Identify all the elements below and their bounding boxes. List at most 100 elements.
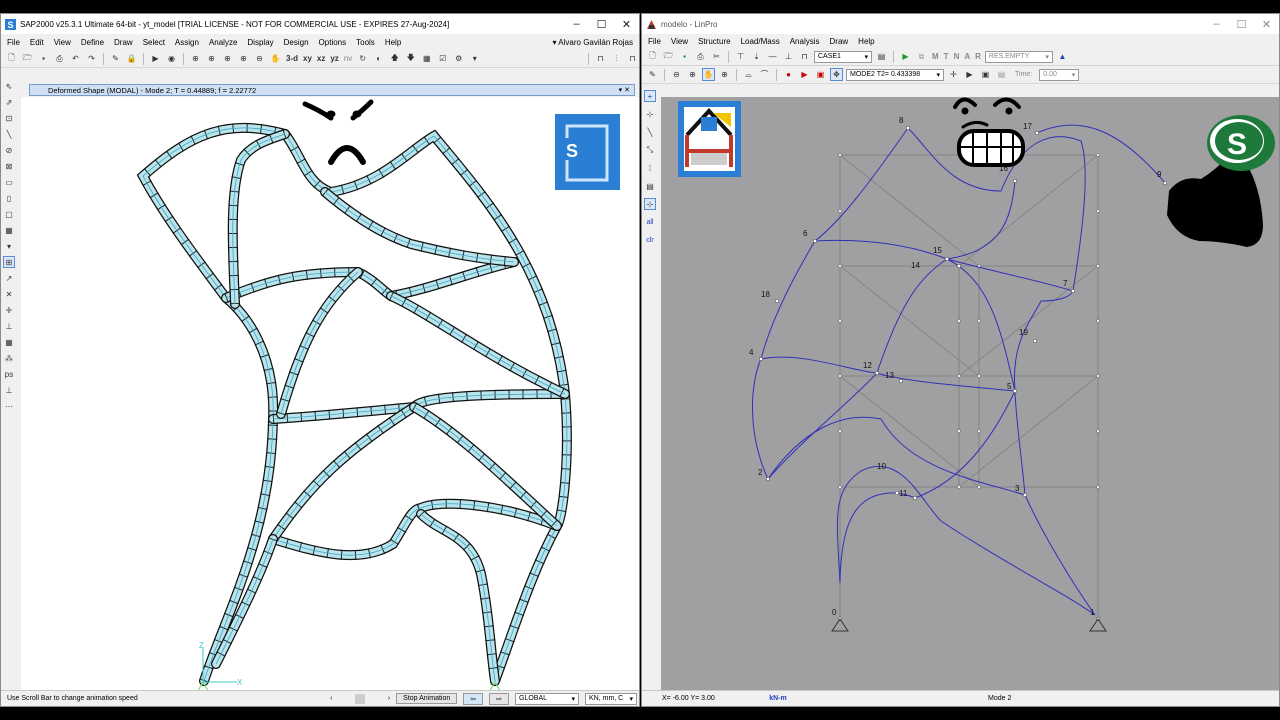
run-icon[interactable]: ▶ <box>899 50 912 63</box>
cross-icon[interactable]: ⊠ <box>3 160 15 172</box>
copy-icon[interactable]: ⧉ <box>915 50 928 63</box>
node-marker[interactable] <box>1162 180 1168 186</box>
menu-options[interactable]: Options <box>319 38 347 47</box>
move-down-icon[interactable]: 🡇 <box>404 52 417 65</box>
pan-icon[interactable]: ✋ <box>702 68 715 81</box>
frame-icon[interactable]: ⊘ <box>3 144 15 156</box>
select-prev-icon[interactable]: ↗ <box>3 272 15 284</box>
node-marker[interactable] <box>898 378 904 384</box>
table-icon[interactable]: ▤ <box>995 68 1008 81</box>
node-marker[interactable] <box>774 298 780 304</box>
speed-scrollbar[interactable]: ‹ › <box>330 693 390 704</box>
save-icon[interactable]: ▪ <box>678 50 691 63</box>
menu-draw[interactable]: Draw <box>114 38 133 47</box>
pencil-icon[interactable]: ✎ <box>109 52 122 65</box>
zoom-in-icon[interactable]: ⊕ <box>686 68 699 81</box>
member-end-icon[interactable]: ⤡ <box>644 144 656 156</box>
menu-define[interactable]: Define <box>81 38 104 47</box>
node-marker[interactable] <box>812 238 818 244</box>
target-icon[interactable]: ✛ <box>947 68 960 81</box>
frame-draw-icon[interactable]: ⊓ <box>594 52 607 65</box>
result-t-button[interactable]: T <box>943 50 950 63</box>
node-marker[interactable] <box>765 476 771 482</box>
stop-animation-button[interactable]: Stop Animation <box>396 693 458 704</box>
rect-area-icon[interactable]: ▯ <box>3 192 15 204</box>
open-folder-icon[interactable]: 🗁 <box>662 50 675 63</box>
member-icon[interactable]: ╲ <box>644 126 656 138</box>
units-select[interactable]: KN, mm, C ▾ <box>585 692 637 705</box>
node-marker[interactable] <box>1034 130 1040 136</box>
minimize-button[interactable]: – <box>564 18 589 31</box>
clear-select-icon[interactable]: ✕ <box>3 288 15 300</box>
menu-file[interactable]: File <box>7 38 20 47</box>
lock-icon[interactable]: 🔒 <box>125 52 138 65</box>
load-case-select[interactable]: CASE1 ▾ <box>814 50 872 63</box>
solid-icon[interactable]: ▢ <box>3 208 15 220</box>
pointer-icon[interactable]: ⇖ <box>3 80 15 92</box>
intersect-icon[interactable]: ✛ <box>3 304 15 316</box>
mesh-icon[interactable]: ▦ <box>3 224 15 236</box>
pan-icon[interactable]: ✋ <box>269 52 282 65</box>
new-file-icon[interactable]: 🗋 <box>5 52 18 65</box>
beam-icon[interactable]: ⊤ <box>734 50 747 63</box>
menu-analysis[interactable]: Analysis <box>790 37 820 46</box>
node-marker[interactable] <box>874 370 880 376</box>
node-marker[interactable] <box>1022 492 1028 498</box>
move-up-icon[interactable]: 🡅 <box>388 52 401 65</box>
speed-scroll-thumb[interactable] <box>355 693 366 704</box>
clear-button[interactable]: clr <box>644 234 656 246</box>
snap-icon[interactable]: ⊥ <box>3 384 15 396</box>
play-icon[interactable]: ▶ <box>963 68 976 81</box>
keyboard-icon[interactable]: ▤ <box>644 180 656 192</box>
grid-icon[interactable]: ▦ <box>420 52 433 65</box>
mode-shape-icon[interactable]: ⌒ <box>758 68 771 81</box>
menu-assign[interactable]: Assign <box>175 38 199 47</box>
snap-icon[interactable]: ⊥ <box>3 320 15 332</box>
undo-icon[interactable]: ↶ <box>69 52 82 65</box>
node-marker[interactable] <box>905 125 911 131</box>
select-all-button[interactable]: all <box>644 216 656 228</box>
panel-controls[interactable]: ▾ ✕ <box>619 86 630 94</box>
node-marker[interactable] <box>1032 338 1038 344</box>
line-icon[interactable]: ╲ <box>3 128 15 140</box>
maximize-button[interactable]: ☐ <box>1229 18 1254 31</box>
results-select[interactable]: RES.EMPTY ▾ <box>984 50 1053 63</box>
record-icon[interactable]: ● <box>782 68 795 81</box>
menu-load-mass[interactable]: Load/Mass <box>741 37 780 46</box>
deformed-icon[interactable]: ⌓ <box>742 68 755 81</box>
zoom-in-icon[interactable]: ⊕ <box>237 52 250 65</box>
result-r-button[interactable]: R <box>974 50 982 63</box>
sap-vertical-scrollbar[interactable] <box>631 97 637 693</box>
node-marker[interactable] <box>758 356 764 362</box>
rotate-icon[interactable]: ↻ <box>356 52 369 65</box>
zoom-out-icon[interactable]: ⊖ <box>253 52 266 65</box>
check-icon[interactable]: ☑ <box>436 52 449 65</box>
view-3d-button[interactable]: 3-d <box>285 52 299 65</box>
node-marker[interactable] <box>956 263 962 269</box>
select-all-icon[interactable]: ⊞ <box>3 256 15 268</box>
more-icon[interactable]: ▾ <box>3 240 15 252</box>
menu-draw[interactable]: Draw <box>830 37 849 46</box>
minimize-button[interactable]: – <box>1204 18 1229 31</box>
deformed-shape-tab[interactable]: Deformed Shape (MODAL) - Mode 2; T = 0.4… <box>29 84 635 96</box>
menu-view[interactable]: View <box>54 38 71 47</box>
run-icon[interactable]: ▶ <box>149 52 162 65</box>
result-n-button[interactable]: N <box>953 50 961 63</box>
menu-view[interactable]: View <box>671 37 688 46</box>
close-button[interactable]: ✕ <box>614 18 639 31</box>
triangle-icon[interactable]: ▲ <box>1056 50 1069 63</box>
node-marker[interactable] <box>1012 388 1018 394</box>
menu-select[interactable]: Select <box>143 38 165 47</box>
settings-icon[interactable]: ⚙ <box>452 52 465 65</box>
node-icon[interactable]: ⊹ <box>644 108 656 120</box>
edit-icon[interactable]: ✎ <box>646 68 659 81</box>
zoom-window-icon[interactable]: ⊕ <box>189 52 202 65</box>
menu-help[interactable]: Help <box>858 37 874 46</box>
node-marker[interactable] <box>944 256 950 262</box>
sap-model-canvas[interactable]: S Z X <box>21 97 639 693</box>
reshape-icon[interactable]: ⇗ <box>3 96 15 108</box>
line-icon[interactable]: — <box>766 50 779 63</box>
open-folder-icon[interactable]: 🗁 <box>21 52 34 65</box>
coord-system-select[interactable]: GLOBAL ▾ <box>515 692 579 705</box>
menu-analyze[interactable]: Analyze <box>209 38 237 47</box>
